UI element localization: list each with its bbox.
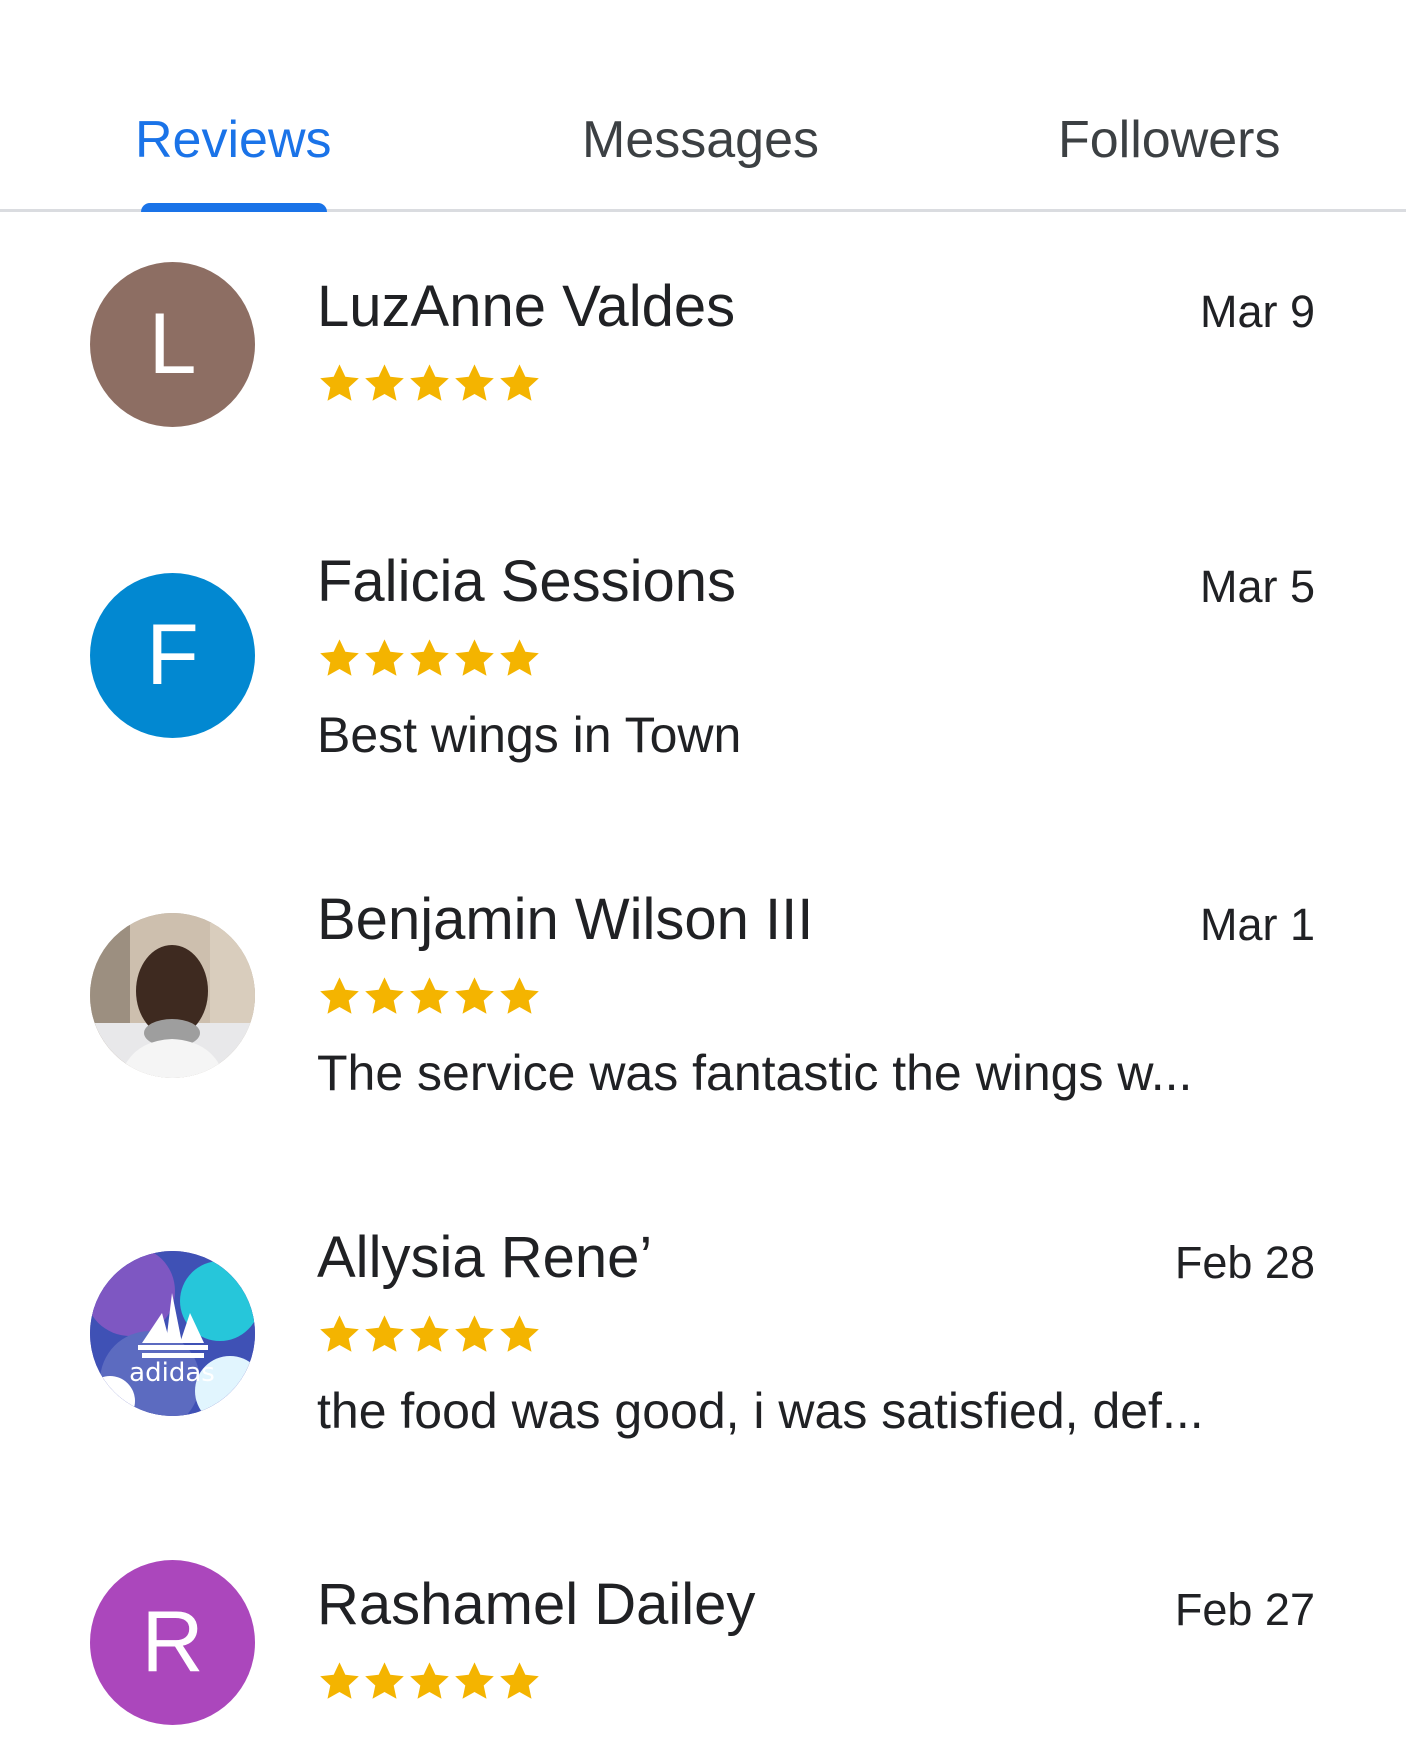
star-rating (317, 974, 542, 1024)
star-icon (320, 639, 359, 676)
avatar: F (90, 573, 255, 738)
avatar: adidas (90, 1251, 255, 1416)
star-rating (317, 361, 542, 411)
avatar: L (90, 262, 255, 427)
star-icon (365, 639, 404, 676)
review-item[interactable]: Benjamin Wilson III Mar 1 The service wa… (0, 875, 1406, 1105)
review-text: the food was good, i was satisfied, def.… (317, 1383, 1204, 1439)
avatar-initial: F (146, 607, 199, 703)
reviewer-name: Allysia Rene’ (317, 1225, 653, 1290)
star-icon (455, 364, 494, 401)
review-date: Feb 27 (1174, 1584, 1315, 1635)
star-icon (500, 977, 539, 1014)
review-text: The service was fantastic the wings w... (317, 1045, 1193, 1101)
review-date: Mar 9 (1199, 286, 1315, 337)
tab-messages[interactable]: Messages (582, 108, 819, 172)
tab-followers[interactable]: Followers (1058, 108, 1281, 172)
review-date: Feb 28 (1174, 1237, 1315, 1288)
star-icon (410, 639, 449, 676)
avatar-initial: R (141, 1594, 204, 1690)
tab-reviews[interactable]: Reviews (135, 108, 332, 172)
star-icon (365, 977, 404, 1014)
review-text: Best wings in Town (317, 707, 742, 763)
avatar: R (90, 1560, 255, 1725)
reviewer-name: Benjamin Wilson III (317, 887, 814, 952)
star-icon (455, 1315, 494, 1352)
review-item[interactable]: adidas Allysia Rene’ Feb 28 the food was… (0, 1213, 1406, 1443)
star-rating (317, 1659, 542, 1709)
avatar-logo-text: adidas (129, 1358, 215, 1388)
star-icon (365, 1315, 404, 1352)
review-item[interactable]: L LuzAnne Valdes Mar 9 (0, 262, 1406, 462)
star-icon (320, 977, 359, 1014)
star-icon (500, 364, 539, 401)
star-rating (317, 1312, 542, 1362)
star-icon (320, 1662, 359, 1699)
star-icon (455, 639, 494, 676)
star-icon (500, 1315, 539, 1352)
review-date: Mar 1 (1199, 899, 1315, 950)
review-item[interactable]: R Rashamel Dailey Feb 27 (0, 1560, 1406, 1757)
star-icon (500, 1662, 539, 1699)
review-item[interactable]: F Falicia Sessions Mar 5 Best wings in T… (0, 537, 1406, 767)
star-icon (410, 364, 449, 401)
star-icon (410, 1662, 449, 1699)
star-icon (365, 364, 404, 401)
star-icon (365, 1662, 404, 1699)
star-icon (410, 1315, 449, 1352)
star-icon (410, 977, 449, 1014)
star-icon (320, 1315, 359, 1352)
reviewer-name: Falicia Sessions (317, 549, 737, 614)
star-icon (500, 639, 539, 676)
avatar-initial: L (148, 296, 197, 392)
star-rating (317, 636, 542, 686)
tab-bar: Reviews Messages Followers (0, 0, 1406, 212)
star-icon (320, 364, 359, 401)
avatar (90, 913, 255, 1078)
review-date: Mar 5 (1199, 561, 1315, 612)
reviewer-name: LuzAnne Valdes (317, 274, 736, 339)
reviewer-name: Rashamel Dailey (317, 1572, 756, 1637)
active-tab-indicator (141, 203, 327, 212)
adidas-logo-icon: adidas (90, 1251, 255, 1416)
star-icon (455, 977, 494, 1014)
star-icon (455, 1662, 494, 1699)
profile-photo-icon (90, 913, 255, 1078)
